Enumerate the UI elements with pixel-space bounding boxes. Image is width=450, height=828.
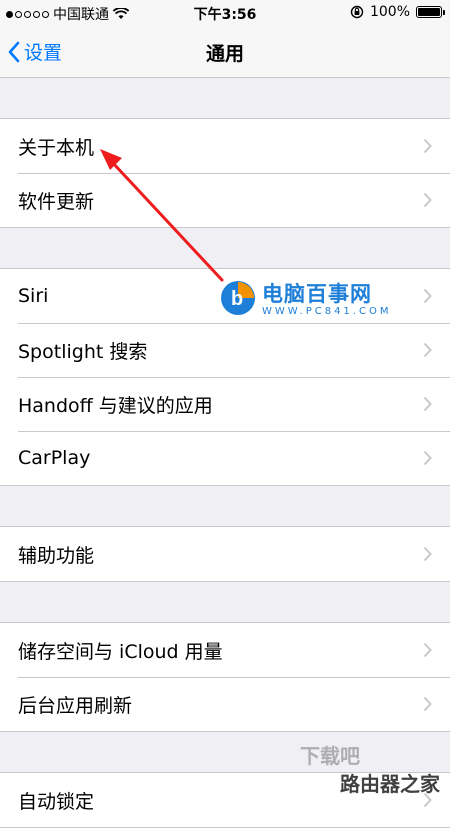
- settings-row-handoff[interactable]: Handoff 与建议的应用: [0, 377, 450, 431]
- settings-row-accessibility[interactable]: 辅助功能: [0, 527, 450, 581]
- page-title: 通用: [205, 43, 244, 65]
- settings-group-accessibility: 辅助功能: [0, 526, 450, 582]
- chevron-right-icon: [423, 342, 432, 358]
- settings-row-carplay[interactable]: CarPlay: [0, 431, 450, 485]
- chevron-right-icon: [423, 642, 432, 658]
- status-right: 100%: [350, 4, 445, 20]
- watermark-text: 电脑百事网 WWW.PC841.COM: [262, 278, 391, 317]
- row-label: CarPlay: [18, 447, 91, 469]
- row-label: 软件更新: [18, 190, 95, 213]
- settings-row-background-refresh[interactable]: 后台应用刷新: [0, 677, 450, 731]
- corner-watermark-router: 路由器之家: [340, 772, 440, 796]
- chevron-right-icon: [423, 396, 432, 412]
- svg-text:b: b: [231, 288, 243, 310]
- row-label: 储存空间与 iCloud 用量: [18, 640, 223, 663]
- chevron-right-icon: [423, 546, 432, 562]
- row-label: 关于本机: [18, 136, 95, 159]
- chevron-right-icon: [423, 192, 432, 208]
- settings-row-about[interactable]: 关于本机: [0, 119, 450, 173]
- battery-percent: 100%: [369, 4, 410, 20]
- settings-group-storage: 储存空间与 iCloud 用量 后台应用刷新: [0, 622, 450, 732]
- battery-icon: [416, 6, 445, 18]
- chevron-right-icon: [423, 696, 432, 712]
- chevron-right-icon: [423, 288, 432, 304]
- row-label: 后台应用刷新: [18, 694, 133, 717]
- chevron-right-icon: [423, 138, 432, 154]
- orientation-lock-icon: [350, 5, 364, 19]
- settings-group-about: 关于本机 软件更新: [0, 118, 450, 228]
- settings-row-spotlight[interactable]: Spotlight 搜索: [0, 323, 450, 377]
- corner-watermark-download: 下载吧: [300, 744, 360, 768]
- chevron-right-icon: [423, 450, 432, 466]
- watermark-url: WWW.PC841.COM: [262, 306, 392, 317]
- settings-row-storage-icloud[interactable]: 储存空间与 iCloud 用量: [0, 623, 450, 677]
- watermark-logo: b 电脑百事网 WWW.PC841.COM: [220, 278, 391, 317]
- row-label: Spotlight 搜索: [18, 340, 148, 363]
- row-label: Handoff 与建议的应用: [18, 394, 213, 417]
- pc841-logo-icon: b: [221, 280, 255, 315]
- navigation-bar: 设置 通用: [0, 26, 450, 78]
- row-label: 自动锁定: [18, 790, 95, 813]
- status-bar: 中国联通 下午3:56 100%: [0, 0, 450, 26]
- row-label: Siri: [18, 285, 49, 307]
- row-label: 辅助功能: [18, 544, 95, 567]
- watermark-title: 电脑百事网: [262, 282, 372, 306]
- settings-row-software-update[interactable]: 软件更新: [0, 173, 450, 227]
